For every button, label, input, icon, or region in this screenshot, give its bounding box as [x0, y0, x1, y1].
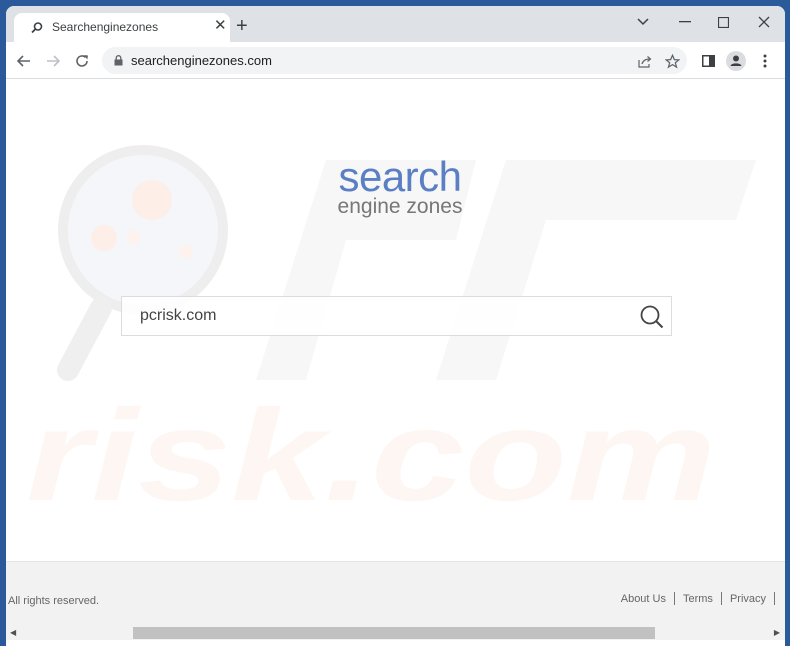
logo-primary: search [338, 153, 462, 200]
minimize-icon [679, 21, 691, 23]
footer-links: About Us Terms Privacy [621, 592, 783, 605]
divider [673, 592, 675, 605]
menu-button[interactable] [754, 50, 776, 72]
forward-button[interactable] [42, 50, 64, 72]
horizontal-scrollbar[interactable]: ◀ ▶ [6, 626, 785, 640]
site-logo: search engine zones [330, 153, 470, 218]
profile-icon [726, 51, 746, 71]
browser-tab[interactable]: Searchenginezones ✕ [14, 13, 230, 42]
about-us-link[interactable]: About Us [621, 593, 666, 605]
side-panel-icon [701, 55, 715, 67]
magnifier-watermark-icon [57, 145, 228, 381]
divider [720, 592, 722, 605]
url-text: searchenginezones.com [131, 53, 272, 68]
maximize-icon [717, 16, 729, 28]
terms-link[interactable]: Terms [683, 593, 713, 605]
search-button[interactable] [639, 304, 665, 330]
close-window-button[interactable] [752, 12, 776, 32]
close-tab-icon[interactable]: ✕ [214, 18, 227, 33]
address-bar[interactable]: searchenginezones.com [102, 47, 687, 74]
profile-button[interactable] [725, 50, 747, 72]
watermark-text: risk.com [26, 382, 716, 528]
share-button[interactable] [635, 51, 655, 71]
search-input[interactable] [140, 297, 630, 335]
close-icon [758, 16, 770, 28]
side-panel-button[interactable] [697, 50, 719, 72]
new-tab-button[interactable]: + [236, 16, 248, 36]
scroll-left-icon[interactable]: ◀ [10, 628, 16, 637]
privacy-link[interactable]: Privacy [730, 593, 766, 605]
chevron-down-icon [637, 18, 649, 26]
copyright-text: All rights reserved. [8, 595, 100, 607]
browser-window: Searchenginezones ✕ + searchenginezones.… [6, 6, 785, 646]
browser-toolbar: searchenginezones.com [6, 42, 785, 79]
search-icon [640, 305, 664, 329]
share-icon [637, 56, 651, 68]
tab-search-button[interactable] [631, 12, 655, 32]
logo-secondary: engine zones [337, 195, 463, 218]
tab-title: Searchenginezones [52, 20, 159, 34]
search-box [121, 296, 672, 336]
arrow-right-icon [47, 55, 60, 67]
search-icon [30, 21, 44, 35]
reload-icon [76, 55, 88, 67]
back-button[interactable] [13, 50, 35, 72]
maximize-button[interactable] [711, 12, 735, 32]
arrow-left-icon [17, 55, 30, 67]
scrollbar-thumb[interactable] [133, 627, 655, 639]
bookmark-button[interactable] [662, 51, 682, 71]
divider [774, 592, 775, 605]
tab-strip: Searchenginezones ✕ + [6, 6, 785, 42]
reload-button[interactable] [71, 50, 93, 72]
menu-icon [763, 54, 767, 68]
page-content: risk.com search engine zones [6, 80, 785, 561]
page-footer: All rights reserved. About Us Terms Priv… [6, 561, 785, 626]
lock-icon [114, 55, 123, 66]
bookmark-star-icon [664, 53, 680, 69]
minimize-button[interactable] [673, 12, 697, 32]
scroll-right-icon[interactable]: ▶ [774, 628, 780, 637]
